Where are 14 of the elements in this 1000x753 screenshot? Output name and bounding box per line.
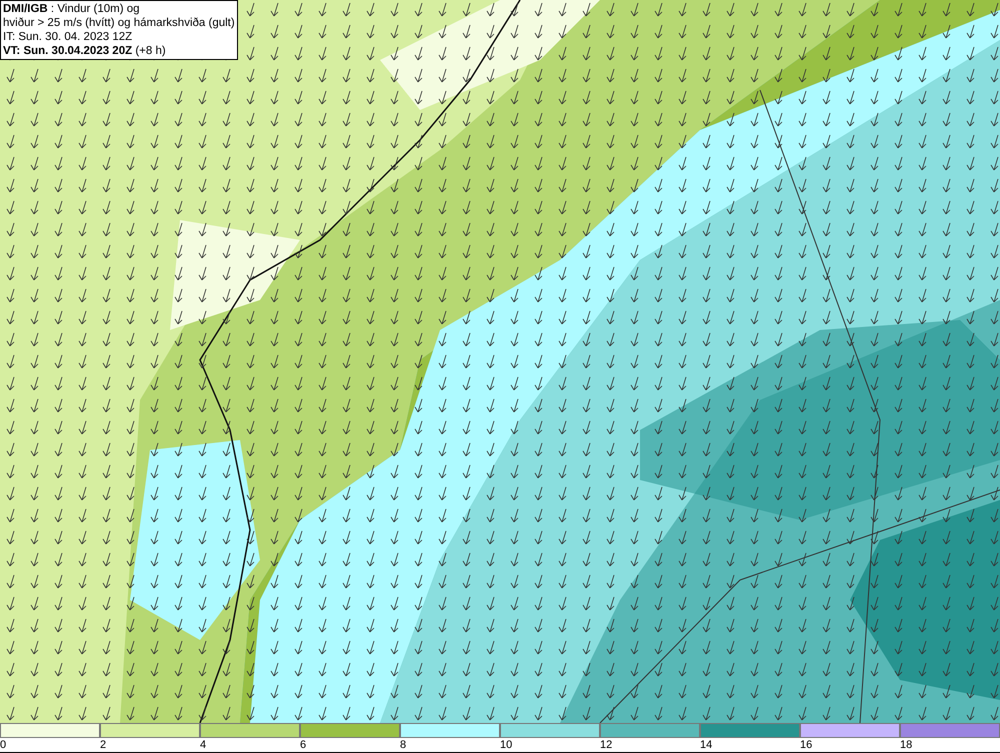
legend-label: 4 <box>200 738 206 752</box>
header-text: hviður > 25 m/s (hvítt) og hámarkshviða (gult) <box>3 16 235 30</box>
legend-label: 18 <box>900 738 912 752</box>
legend-label: 14 <box>700 738 712 752</box>
legend-label: 6 <box>300 738 306 752</box>
legend-label: 10 <box>500 738 512 752</box>
legend-label: 16 <box>800 738 812 752</box>
legend-label: 8 <box>400 738 406 752</box>
legend-label: 0 <box>0 738 6 752</box>
header-text: IT: Sun. 30. 04. 2023 12Z <box>3 30 134 44</box>
header-text: DMI/IGB : Vindur (10m) og <box>3 2 141 16</box>
legend-label: 2 <box>100 738 106 752</box>
legend-label: 12 <box>600 738 612 752</box>
header-text: VT: Sun. 30.04.2023 20Z (+8 h) <box>3 44 167 58</box>
